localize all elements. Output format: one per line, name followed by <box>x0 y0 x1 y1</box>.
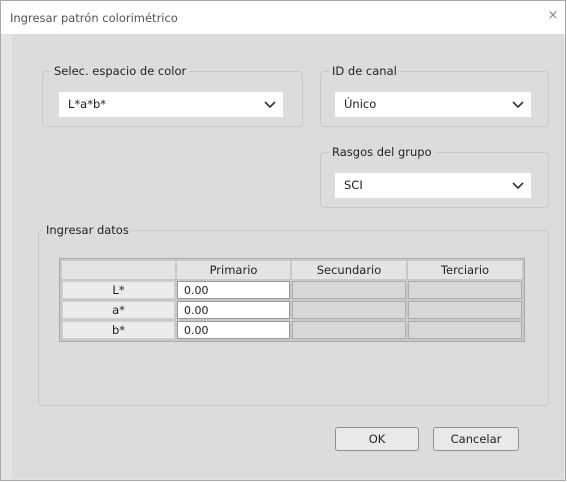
color-space-group: Selec. espacio de color L*a*b* <box>42 64 303 127</box>
secondary-b-cell <box>292 321 406 339</box>
secondary-l-cell <box>292 281 406 299</box>
chevron-down-icon <box>264 101 276 109</box>
data-entry-group-label: Ingresar datos <box>43 223 132 237</box>
cancel-button[interactable]: Cancelar <box>433 427 519 451</box>
secondary-a-cell <box>292 301 406 319</box>
primary-a-input[interactable]: 0.00 <box>177 301 290 319</box>
color-space-group-label: Selec. espacio de color <box>51 64 190 78</box>
data-entry-table: Primario Secundario Terciario L* 0.00 a*… <box>59 258 525 342</box>
window-title: Ingresar patrón colorimétrico <box>10 11 178 25</box>
table-row: b* 0.00 <box>62 321 522 339</box>
color-space-select[interactable]: L*a*b* <box>59 92 283 117</box>
tertiary-l-cell <box>408 281 522 299</box>
color-space-value: L*a*b* <box>68 97 107 111</box>
channel-id-group-label: ID de canal <box>329 64 400 78</box>
table-corner <box>62 261 175 279</box>
column-header: Secundario <box>292 261 406 279</box>
dialog-window: Ingresar patrón colorimétrico × Selec. e… <box>0 0 566 481</box>
channel-id-value: Único <box>344 97 377 111</box>
primary-b-input[interactable]: 0.00 <box>177 321 290 339</box>
group-features-value: SCI <box>344 178 363 192</box>
channel-id-group: ID de canal Único <box>320 64 549 127</box>
tertiary-b-cell <box>408 321 522 339</box>
primary-l-input[interactable]: 0.00 <box>177 281 290 299</box>
column-header: Primario <box>177 261 290 279</box>
title-bar: Ingresar patrón colorimétrico × <box>1 1 565 34</box>
table-header-row: Primario Secundario Terciario <box>62 261 522 279</box>
table-row: L* 0.00 <box>62 281 522 299</box>
tertiary-a-cell <box>408 301 522 319</box>
row-header: L* <box>62 281 175 299</box>
cell-value: 0.00 <box>184 304 209 317</box>
ok-button[interactable]: OK <box>335 427 419 451</box>
close-button[interactable]: × <box>545 7 561 25</box>
column-header: Terciario <box>408 261 522 279</box>
group-features-select[interactable]: SCI <box>335 173 531 198</box>
row-header: a* <box>62 301 175 319</box>
cell-value: 0.00 <box>184 284 209 297</box>
channel-id-select[interactable]: Único <box>335 92 531 117</box>
row-header: b* <box>62 321 175 339</box>
chevron-down-icon <box>512 101 524 109</box>
chevron-down-icon <box>512 182 524 190</box>
group-features-group: Rasgos del grupo SCI <box>320 145 549 208</box>
table-row: a* 0.00 <box>62 301 522 319</box>
cell-value: 0.00 <box>184 324 209 337</box>
group-features-group-label: Rasgos del grupo <box>329 145 435 159</box>
